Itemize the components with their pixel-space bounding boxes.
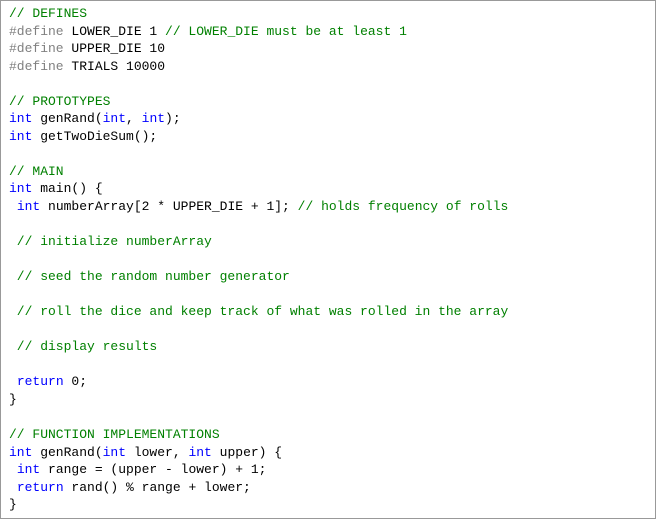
comment: // initialize numberArray: [9, 234, 212, 249]
code-text: LOWER_DIE 1: [64, 24, 165, 39]
code-text: [9, 199, 17, 214]
code-text: genRand(: [32, 111, 102, 126]
keyword: return: [17, 480, 64, 495]
type-keyword: int: [17, 462, 40, 477]
code-text: rand() % range + lower;: [64, 480, 251, 495]
type-keyword: int: [103, 445, 126, 460]
comment: // seed the random number generator: [9, 269, 290, 284]
code-text: [9, 462, 17, 477]
type-keyword: int: [17, 199, 40, 214]
comment: // roll the dice and keep track of what …: [9, 304, 508, 319]
type-keyword: int: [9, 129, 32, 144]
code-text: TRIALS 10000: [64, 59, 165, 74]
code-text: [9, 374, 17, 389]
code-text: getTwoDieSum();: [32, 129, 157, 144]
code-text: ,: [126, 111, 142, 126]
type-keyword: int: [103, 111, 126, 126]
comment: // display results: [9, 339, 157, 354]
comment: // LOWER_DIE must be at least 1: [165, 24, 407, 39]
code-text: UPPER_DIE 10: [64, 41, 165, 56]
code-text: numberArray[2 * UPPER_DIE + 1];: [40, 199, 297, 214]
code-block: // DEFINES #define LOWER_DIE 1 // LOWER_…: [0, 0, 656, 519]
comment: // PROTOTYPES: [9, 94, 110, 109]
comment: // FUNCTION IMPLEMENTATIONS: [9, 427, 220, 442]
code-text: );: [165, 111, 181, 126]
code-text: lower,: [126, 445, 188, 460]
comment: // MAIN: [9, 164, 64, 179]
comment: // holds frequency of rolls: [298, 199, 509, 214]
code-text: range = (upper - lower) + 1;: [40, 462, 266, 477]
code-text: main() {: [32, 181, 102, 196]
code-text: 0;: [64, 374, 87, 389]
preprocessor: #define: [9, 41, 64, 56]
preprocessor: #define: [9, 24, 64, 39]
keyword: return: [17, 374, 64, 389]
code-text: [9, 480, 17, 495]
preprocessor: #define: [9, 59, 64, 74]
type-keyword: int: [9, 181, 32, 196]
type-keyword: int: [9, 445, 32, 460]
type-keyword: int: [142, 111, 165, 126]
code-text: upper) {: [212, 445, 282, 460]
type-keyword: int: [9, 111, 32, 126]
code-text: genRand(: [32, 445, 102, 460]
code-text: }: [9, 497, 17, 512]
type-keyword: int: [188, 445, 211, 460]
code-text: }: [9, 392, 17, 407]
comment: // DEFINES: [9, 6, 87, 21]
